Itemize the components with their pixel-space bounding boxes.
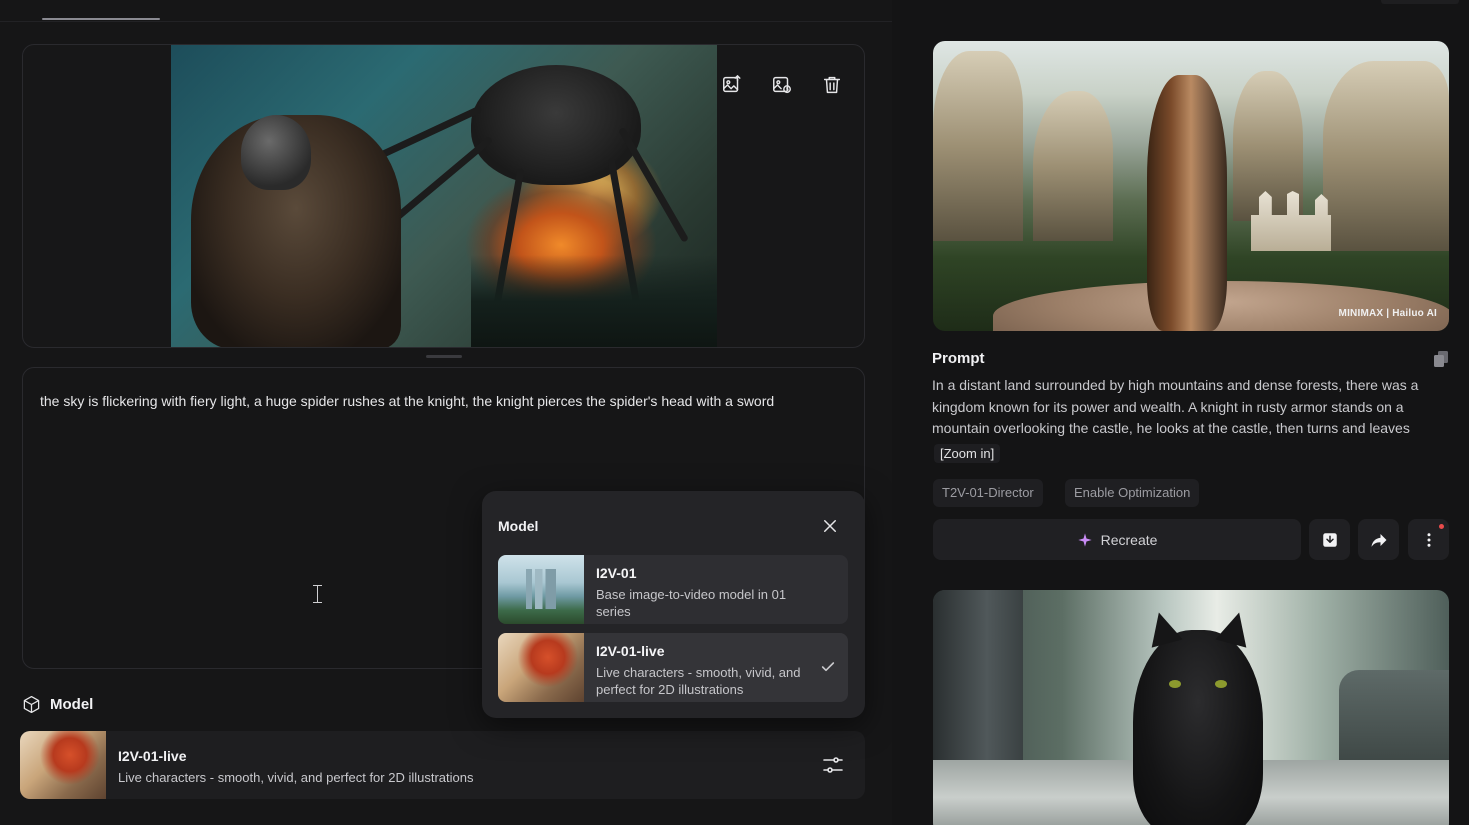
- download-button[interactable]: [1309, 519, 1350, 560]
- model-section-heading: Model: [22, 695, 93, 714]
- cat-eye-shape: [1169, 680, 1181, 688]
- cliff-shape: [933, 51, 1023, 241]
- trash-icon[interactable]: [818, 71, 846, 99]
- active-tab-indicator: [42, 18, 160, 20]
- generated-video-thumbnail[interactable]: MINIMAX | Hailuo AI: [933, 41, 1449, 331]
- cliff-shape: [1033, 91, 1113, 241]
- resize-handle[interactable]: [426, 355, 462, 358]
- uploaded-image-card: [22, 44, 865, 348]
- top-strip: [1381, 0, 1459, 4]
- forest-shape: [471, 255, 717, 347]
- edit-image-icon[interactable]: [768, 71, 796, 99]
- divider: [0, 21, 892, 22]
- notification-dot: [1439, 524, 1444, 529]
- cube-icon: [23, 695, 40, 714]
- model-thumbnail: [20, 731, 106, 799]
- prompt-body: In a distant land surrounded by high mou…: [932, 377, 1419, 436]
- model-option-name: I2V-01: [596, 565, 637, 581]
- download-icon: [1322, 532, 1337, 547]
- share-icon: [1371, 533, 1386, 547]
- selected-model-name: I2V-01-live: [118, 748, 187, 764]
- sofa-shape: [1339, 670, 1449, 770]
- more-vertical-icon: [1427, 532, 1430, 547]
- selected-model-description: Live characters - smooth, vivid, and per…: [118, 770, 474, 785]
- close-icon[interactable]: [821, 517, 839, 535]
- gallery-video-thumbnail[interactable]: [933, 590, 1449, 825]
- model-option-description: Live characters - smooth, vivid, and per…: [596, 665, 801, 697]
- warrior-shape: [1147, 75, 1227, 331]
- prompt-textarea[interactable]: the sky is flickering with fiery light, …: [40, 386, 840, 416]
- cliff-shape: [1323, 61, 1449, 251]
- cat-shape: [1133, 630, 1263, 825]
- model-option-description: Base image-to-video model in 01 series: [596, 587, 787, 619]
- more-options-button[interactable]: [1408, 519, 1449, 560]
- model-option-thumbnail: [498, 633, 584, 702]
- optimization-tag: Enable Optimization: [1065, 479, 1200, 507]
- model-popup: Model I2V-01 Base image-to-video model i…: [482, 491, 865, 718]
- camera-movement-chip: [Zoom in]: [934, 444, 1001, 463]
- sparkle-icon: [1077, 532, 1092, 547]
- replace-image-icon[interactable]: [718, 71, 746, 99]
- model-tag: T2V-01-Director: [933, 479, 1043, 507]
- model-option-name: I2V-01-live: [596, 643, 665, 659]
- sliders-icon[interactable]: [821, 753, 845, 777]
- helmet-shape: [241, 115, 311, 190]
- model-section-label: Model: [50, 696, 94, 713]
- uploaded-image: [171, 45, 717, 347]
- model-option-i2v-01-live[interactable]: I2V-01-live Live characters - smooth, vi…: [498, 633, 848, 702]
- castle-shape: [1251, 191, 1331, 251]
- cat-eye-shape: [1215, 680, 1227, 688]
- text-cursor-icon: [313, 585, 326, 603]
- share-button[interactable]: [1358, 519, 1399, 560]
- model-selector[interactable]: I2V-01-live Live characters - smooth, vi…: [20, 731, 865, 799]
- recreate-button[interactable]: Recreate: [933, 519, 1301, 560]
- prompt-label: Prompt: [932, 350, 985, 367]
- watermark: MINIMAX | Hailuo AI: [1338, 308, 1437, 319]
- model-option-i2v-01[interactable]: I2V-01 Base image-to-video model in 01 s…: [498, 555, 848, 624]
- spider-leg: [617, 126, 690, 243]
- recreate-label: Recreate: [1100, 531, 1158, 548]
- check-icon: [821, 662, 835, 672]
- detail-panel: MINIMAX | Hailuo AI Prompt In a distant …: [892, 0, 1469, 825]
- editor-panel: the sky is flickering with fiery light, …: [0, 0, 892, 825]
- popup-title: Model: [498, 518, 539, 534]
- copy-icon[interactable]: [1434, 351, 1448, 367]
- image-toolbar: [718, 71, 846, 99]
- model-option-thumbnail: [498, 555, 584, 624]
